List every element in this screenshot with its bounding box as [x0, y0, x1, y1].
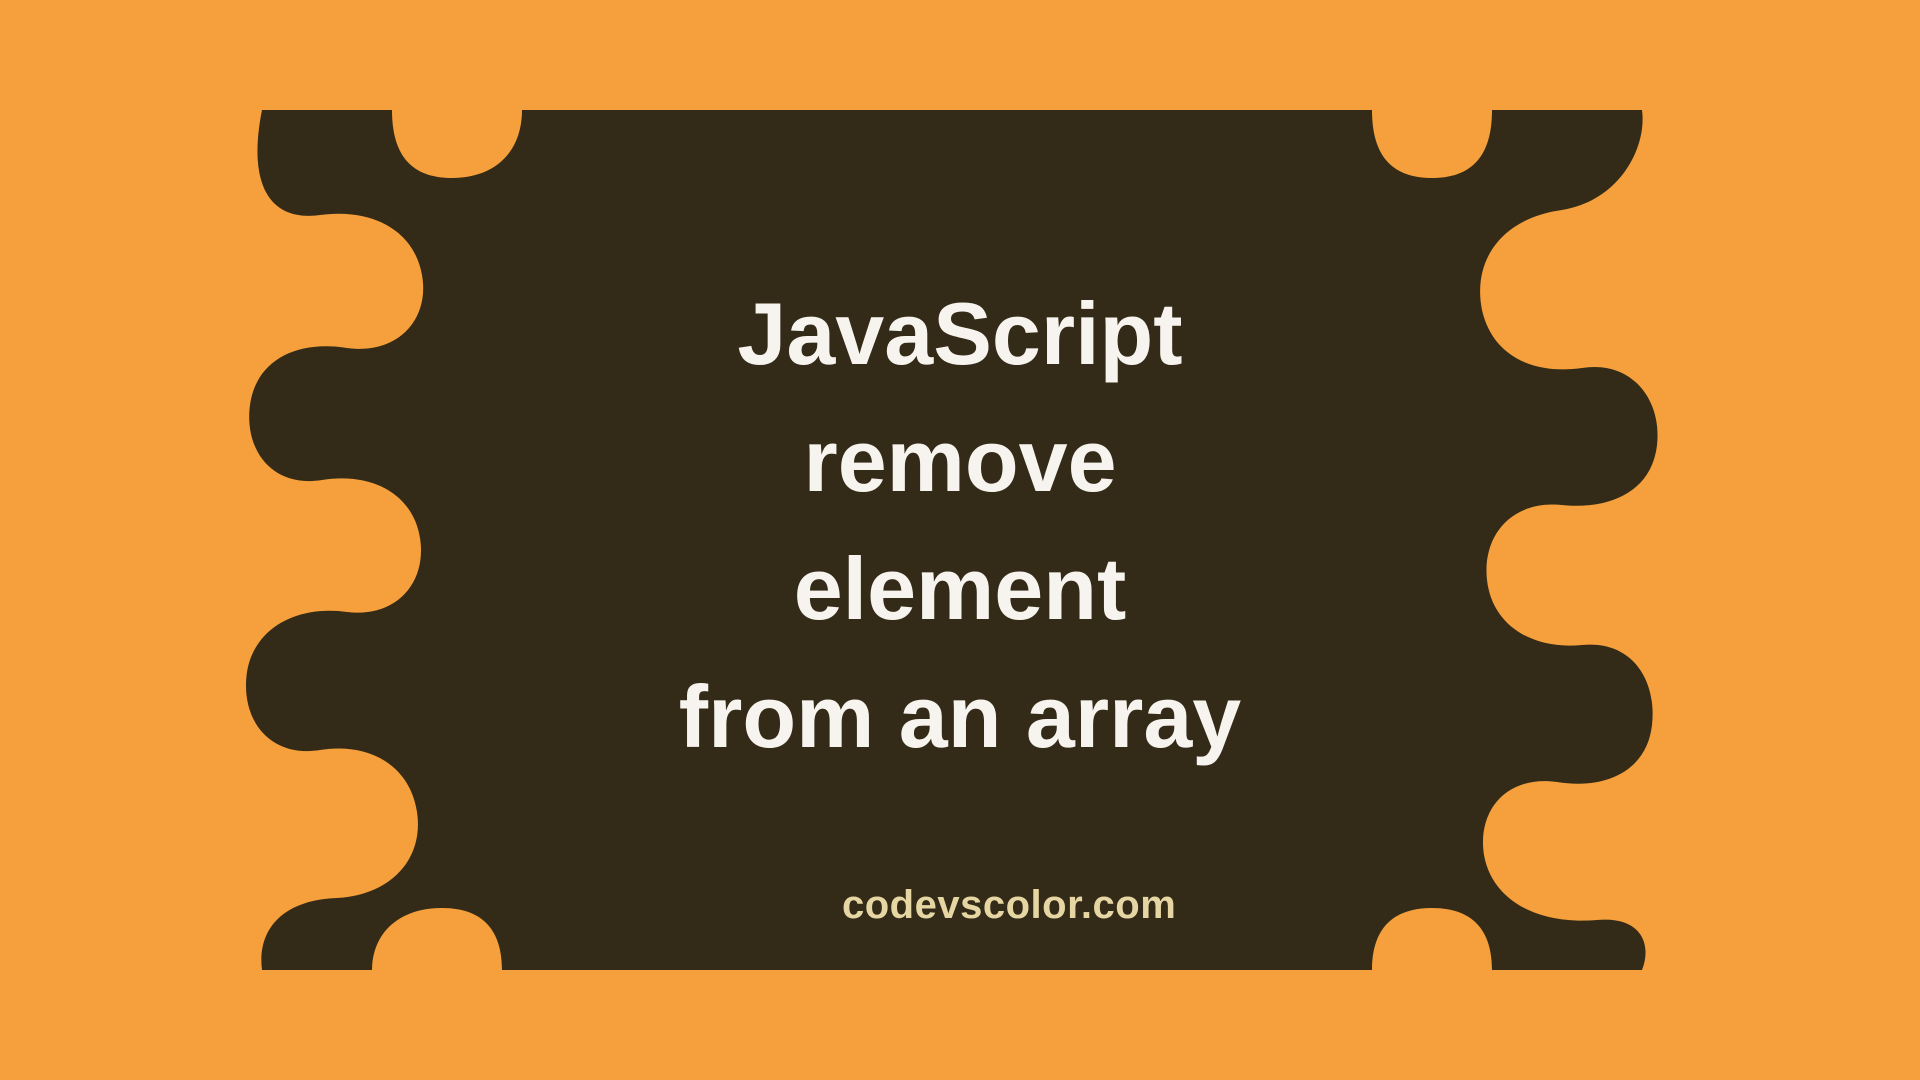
site-attribution: codevscolor.com — [842, 883, 1176, 928]
title-line-1: JavaScript — [679, 270, 1241, 398]
banner-container: JavaScript remove element from an array … — [192, 110, 1728, 970]
title-line-2: remove — [679, 397, 1241, 525]
title-line-3: element — [679, 525, 1241, 653]
title-line-4: from an array — [679, 653, 1241, 781]
banner-title: JavaScript remove element from an array — [679, 270, 1241, 780]
content-wrapper: JavaScript remove element from an array … — [192, 110, 1728, 970]
